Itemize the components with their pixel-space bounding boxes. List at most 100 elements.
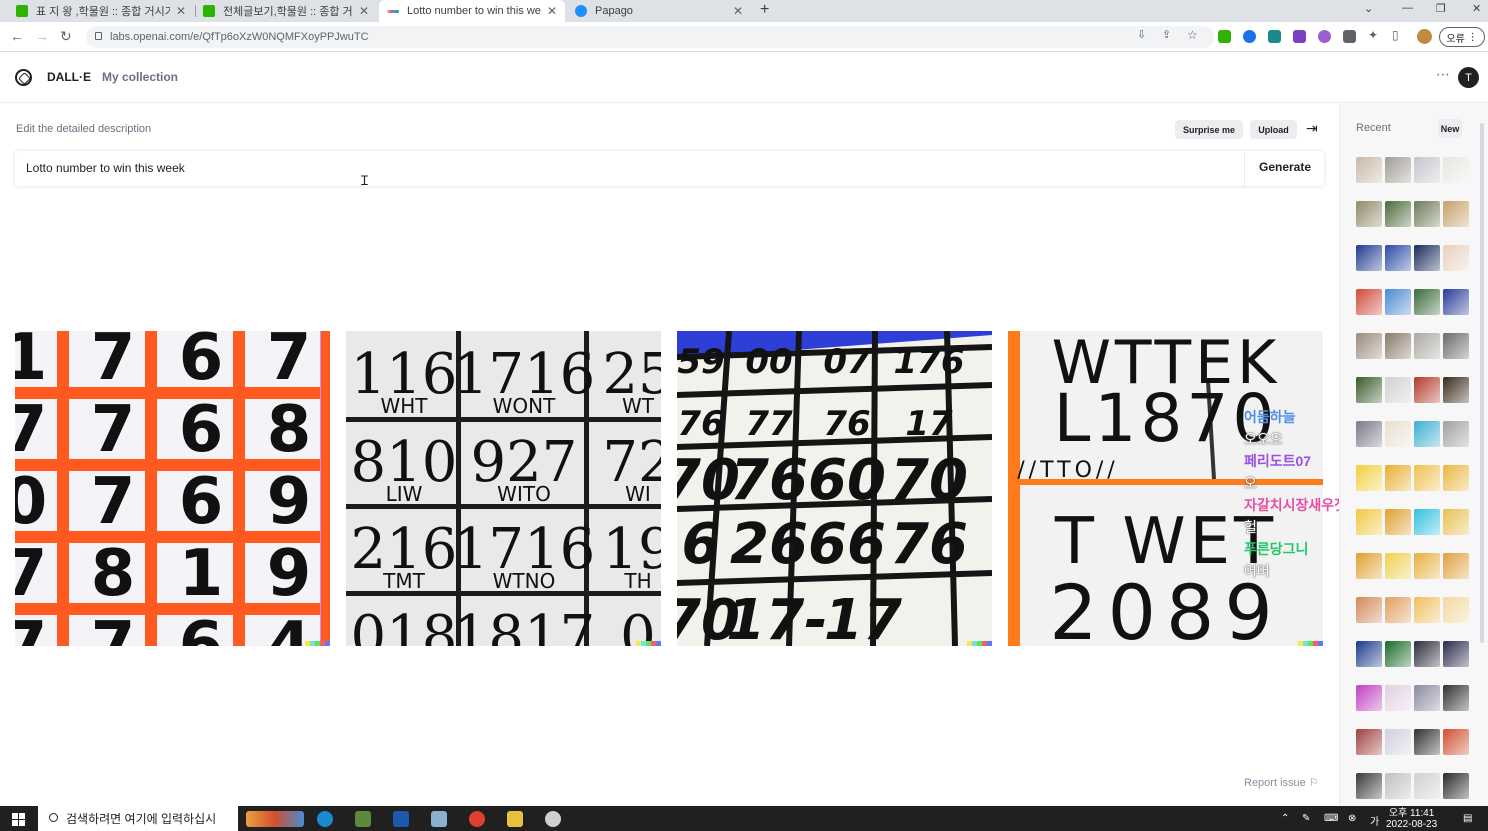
recent-thumbnail[interactable]	[1356, 597, 1382, 623]
recent-thumbnail[interactable]	[1385, 509, 1411, 535]
v-app-icon[interactable]	[393, 811, 409, 827]
tab-search-icon[interactable]: ⌄	[1364, 2, 1373, 15]
user-avatar[interactable]: T	[1458, 67, 1479, 88]
extension-icon[interactable]	[1343, 30, 1356, 43]
recent-thumbnail[interactable]	[1414, 333, 1440, 359]
surprise-me-button[interactable]: Surprise me	[1175, 120, 1243, 139]
keyboard-icon[interactable]: ⌨	[1324, 813, 1338, 824]
recent-thumbnail[interactable]	[1414, 641, 1440, 667]
install-app-icon[interactable]: ⇩	[1137, 28, 1146, 41]
generate-button[interactable]: Generate	[1259, 160, 1311, 174]
tray-chevron-icon[interactable]: ⌃	[1281, 813, 1289, 824]
recent-thumbnail[interactable]	[1414, 465, 1440, 491]
side-panel-icon[interactable]: ▯	[1392, 28, 1399, 42]
recent-thumbnail[interactable]	[1356, 289, 1382, 315]
ime-icon[interactable]: 가	[1370, 813, 1379, 828]
notepad-icon[interactable]	[431, 811, 447, 827]
extensions-puzzle-icon[interactable]: ✦	[1368, 28, 1378, 42]
recent-thumbnail[interactable]	[1414, 157, 1440, 183]
volume-muted-icon[interactable]: ⊗	[1348, 813, 1356, 824]
recent-thumbnail[interactable]	[1414, 509, 1440, 535]
recent-thumbnail[interactable]	[1443, 421, 1469, 447]
close-tab-icon[interactable]: ✕	[547, 4, 557, 18]
extension-icon[interactable]	[1268, 30, 1281, 43]
recent-thumbnail[interactable]	[1443, 465, 1469, 491]
new-button[interactable]: New	[1438, 119, 1462, 138]
notifications-icon[interactable]: ▤	[1463, 813, 1472, 824]
recent-thumbnail[interactable]	[1414, 553, 1440, 579]
edge-browser-icon[interactable]	[317, 811, 333, 827]
recent-thumbnail[interactable]	[1414, 773, 1440, 799]
recent-thumbnail[interactable]	[1356, 685, 1382, 711]
file-explorer-icon[interactable]	[507, 811, 523, 827]
recent-thumbnail[interactable]	[1385, 685, 1411, 711]
recent-thumbnail[interactable]	[1356, 245, 1382, 271]
reload-icon[interactable]: ↻	[60, 28, 72, 45]
recent-thumbnail[interactable]	[1385, 157, 1411, 183]
upload-button[interactable]: Upload	[1250, 120, 1297, 139]
pen-icon[interactable]: ✎	[1302, 813, 1310, 824]
recent-thumbnail[interactable]	[1443, 333, 1469, 359]
extension-icon[interactable]	[1293, 30, 1306, 43]
recent-thumbnail[interactable]	[1356, 509, 1382, 535]
recent-thumbnail[interactable]	[1414, 685, 1440, 711]
windows-start-icon[interactable]	[12, 813, 25, 826]
browser-tab-1[interactable]: 표 지 왕 ,학물원 :: 종합 거시기 : ✕	[8, 0, 194, 22]
paint-icon[interactable]	[545, 811, 561, 827]
recent-thumbnail[interactable]	[1443, 729, 1469, 755]
recent-thumbnail[interactable]	[1385, 641, 1411, 667]
recent-thumbnail[interactable]	[1385, 773, 1411, 799]
collapse-sidebar-icon[interactable]: ⇥	[1306, 120, 1318, 137]
taskbar-search-box[interactable]: 검색하려면 여기에 입력하십시	[38, 806, 238, 831]
recent-thumbnail[interactable]	[1443, 509, 1469, 535]
prompt-input[interactable]	[26, 161, 1226, 175]
nav-my-collection[interactable]: My collection	[102, 70, 178, 84]
new-tab-button[interactable]: +	[760, 1, 769, 19]
recent-thumbnail[interactable]	[1414, 377, 1440, 403]
recent-thumbnail[interactable]	[1443, 685, 1469, 711]
recent-thumbnail[interactable]	[1385, 201, 1411, 227]
recent-thumbnail[interactable]	[1414, 201, 1440, 227]
recent-thumbnail[interactable]	[1443, 157, 1469, 183]
recent-thumbnail[interactable]	[1414, 421, 1440, 447]
recent-thumbnail[interactable]	[1443, 289, 1469, 315]
recent-thumbnail[interactable]	[1443, 773, 1469, 799]
minecraft-icon[interactable]	[355, 811, 371, 827]
recent-thumbnail[interactable]	[1356, 421, 1382, 447]
browser-tab-3[interactable]: Lotto number to win this week ✕	[379, 0, 565, 22]
recent-thumbnail[interactable]	[1356, 773, 1382, 799]
taskbar-clock[interactable]: 오후 11:41 2022-08-23	[1386, 808, 1437, 830]
recent-thumbnail[interactable]	[1414, 729, 1440, 755]
recent-thumbnail[interactable]	[1443, 377, 1469, 403]
recent-thumbnail[interactable]	[1356, 377, 1382, 403]
recent-thumbnail[interactable]	[1356, 641, 1382, 667]
bookmark-star-icon[interactable]: ☆	[1187, 28, 1198, 42]
recent-thumbnail[interactable]	[1443, 641, 1469, 667]
report-issue-link[interactable]: Report issue ⚐	[1244, 776, 1319, 789]
recent-thumbnail[interactable]	[1356, 333, 1382, 359]
back-icon[interactable]: ←	[10, 28, 24, 44]
recent-thumbnail[interactable]	[1356, 465, 1382, 491]
recent-thumbnail[interactable]	[1385, 465, 1411, 491]
close-tab-icon[interactable]: ✕	[176, 4, 186, 18]
recent-thumbnail[interactable]	[1356, 157, 1382, 183]
recent-thumbnail[interactable]	[1356, 201, 1382, 227]
recent-thumbnail[interactable]	[1443, 553, 1469, 579]
sidebar-scrollbar[interactable]	[1480, 123, 1484, 643]
extension-icon[interactable]	[1218, 30, 1231, 43]
recent-thumbnail[interactable]	[1385, 729, 1411, 755]
recent-thumbnail[interactable]	[1356, 729, 1382, 755]
close-tab-icon[interactable]: ✕	[733, 4, 743, 18]
brand-title[interactable]: DALL·E	[47, 70, 91, 84]
recent-thumbnail[interactable]	[1385, 597, 1411, 623]
minimize-window-icon[interactable]: —	[1402, 2, 1413, 14]
recent-thumbnail[interactable]	[1356, 553, 1382, 579]
share-icon[interactable]: ⇪	[1162, 28, 1171, 41]
recent-thumbnail[interactable]	[1385, 245, 1411, 271]
recent-thumbnail[interactable]	[1385, 289, 1411, 315]
generated-image-2[interactable]: 116 1716 25 810 927 72 216 1716 19 018 1817 0 WHT WON…	[346, 331, 661, 646]
recent-thumbnail[interactable]	[1443, 245, 1469, 271]
recent-thumbnail[interactable]	[1443, 201, 1469, 227]
profile-error-button[interactable]: 오류 ⋮	[1439, 27, 1485, 47]
generated-image-3[interactable]: 590007176767776177076607062666767017-17	[677, 331, 992, 646]
